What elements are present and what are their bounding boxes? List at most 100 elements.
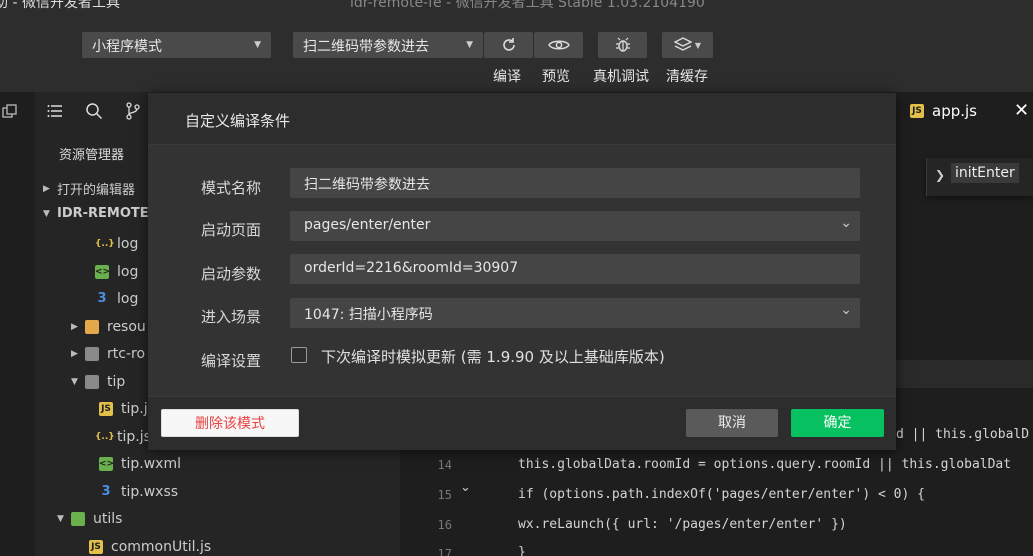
- wxml-file-icon: <>: [99, 457, 115, 471]
- tree-item[interactable]: JS tip.js: [99, 401, 155, 417]
- code-line[interactable]: }: [518, 545, 526, 556]
- code-line[interactable]: d || this.globalD: [896, 427, 1029, 442]
- chevron-right-icon: ▶: [43, 183, 50, 194]
- line-number: 14: [437, 458, 452, 472]
- layers-icon: [673, 37, 692, 51]
- tree-item-label: tip: [107, 374, 126, 390]
- project-section[interactable]: ▼ IDR-REMOTE-: [43, 206, 154, 221]
- compile-button[interactable]: [484, 32, 533, 58]
- list-icon[interactable]: [47, 103, 63, 119]
- simulate-update-label: 下次编译时模拟更新 (需 1.9.90 及以上基础库版本): [321, 348, 665, 366]
- tree-item-label: log: [117, 264, 139, 280]
- explorer-title: 资源管理器: [59, 148, 125, 163]
- json-file-icon: {..}: [95, 432, 115, 442]
- chevron-right-icon: ▶: [71, 322, 78, 332]
- tree-item[interactable]: {..} log: [95, 236, 138, 252]
- chevron-right-icon: ❯: [935, 168, 946, 182]
- mode-name-value: 扫二维码带参数进去: [304, 177, 430, 193]
- open-editors-section[interactable]: ▶ 打开的编辑器: [43, 179, 135, 198]
- caret-down-icon: ▼: [254, 40, 261, 50]
- tab-app-js[interactable]: JS app.js: [910, 102, 977, 120]
- folder-icon: [85, 320, 99, 334]
- tree-item[interactable]: <> tip.wxml: [99, 456, 181, 472]
- tree-item[interactable]: <> log: [95, 264, 138, 280]
- wxml-file-icon: <>: [95, 265, 111, 279]
- tree-item-label: tip.wxml: [121, 456, 181, 472]
- refresh-icon: [502, 38, 515, 51]
- chevron-right-icon: ▶: [71, 349, 78, 359]
- source-control-icon[interactable]: [125, 102, 141, 120]
- search-icon[interactable]: [85, 102, 103, 120]
- compile-mode-value: 扫二维码带参数进去: [303, 39, 429, 55]
- confirm-button[interactable]: 确定: [791, 409, 884, 437]
- json-file-icon: {..}: [95, 239, 115, 249]
- folder-icon: [71, 512, 85, 526]
- start-params-value: orderId=2216&roomId=30907: [304, 260, 519, 276]
- code-line[interactable]: if (options.path.indexOf('pages/enter/en…: [518, 487, 925, 502]
- js-file-icon: JS: [910, 104, 924, 118]
- toolbar: 小程序模式 ▼ 扫二维码带参数进去 ▼ ▼ 编译 预览 真机调试 清缓存: [0, 22, 1033, 92]
- windows-icon[interactable]: [2, 104, 18, 120]
- tree-item-label: utils: [93, 511, 123, 527]
- scene-select[interactable]: 1047: 扫描小程序码 ⌄: [290, 298, 860, 328]
- chevron-down-icon: ▼: [57, 514, 64, 524]
- tree-item[interactable]: 3 log: [95, 291, 138, 307]
- chevron-down-icon: ⌄: [840, 215, 852, 231]
- caret-down-icon: ▼: [466, 40, 473, 50]
- mode-name-label: 模式名称: [201, 179, 262, 197]
- js-file-icon: JS: [89, 540, 103, 554]
- editor-tab-bar: JS app.js ✕: [890, 92, 1033, 132]
- mode-select-value: 小程序模式: [92, 39, 162, 55]
- tree-item[interactable]: ▼ utils: [57, 511, 122, 527]
- mode-select[interactable]: 小程序模式 ▼: [82, 32, 271, 58]
- compile-label: 编译: [493, 69, 521, 85]
- window-title: 助 - 微信开发者工具: [0, 0, 120, 11]
- scene-label: 进入场景: [201, 308, 262, 326]
- start-params-input[interactable]: orderId=2216&roomId=30907: [290, 254, 860, 284]
- project-label: IDR-REMOTE-: [57, 206, 155, 221]
- outline-popup: ❯ initEnter: [926, 158, 1033, 196]
- code-line[interactable]: wx.reLaunch({ url: '/pages/enter/enter' …: [518, 517, 847, 532]
- preview-button[interactable]: [534, 32, 583, 58]
- tree-item-label: log: [117, 291, 139, 307]
- device-debug-label: 真机调试: [593, 69, 649, 85]
- start-page-select[interactable]: pages/enter/enter ⌄: [290, 211, 860, 241]
- dialog-footer: 删除该模式 取消 确定: [148, 396, 896, 450]
- tree-item[interactable]: ▶ resou: [71, 319, 146, 335]
- chevron-down-icon: ▼: [71, 377, 78, 387]
- preview-label: 预览: [542, 69, 570, 85]
- start-params-label: 启动参数: [201, 265, 262, 283]
- chevron-down-icon[interactable]: ⌄: [460, 480, 471, 495]
- tree-item-label: log: [117, 236, 139, 252]
- tree-item-label: tip.wxss: [121, 484, 179, 500]
- compile-mode-select[interactable]: 扫二维码带参数进去 ▼: [293, 32, 483, 58]
- js-file-icon: JS: [99, 402, 113, 416]
- tree-item-label: resou: [107, 319, 146, 335]
- close-icon[interactable]: ✕: [1014, 100, 1029, 121]
- window-subtitle: idr-remote-fe - 微信开发者工具 Stable 1.03.2104…: [350, 0, 705, 11]
- outline-item[interactable]: initEnter: [951, 163, 1019, 183]
- tree-item[interactable]: ▼ tip: [71, 374, 125, 390]
- cancel-button[interactable]: 取消: [686, 409, 778, 437]
- scene-value: 1047: 扫描小程序码: [304, 307, 433, 323]
- mode-name-input[interactable]: 扫二维码带参数进去: [290, 168, 860, 198]
- clear-cache-button[interactable]: ▼: [662, 32, 713, 58]
- delete-mode-button[interactable]: 删除该模式: [161, 409, 299, 437]
- custom-compile-dialog: 自定义编译条件 模式名称 扫二维码带参数进去 启动页面 pages/enter/…: [148, 93, 896, 450]
- simulate-update-checkbox[interactable]: [291, 347, 307, 363]
- device-debug-button[interactable]: [598, 32, 647, 58]
- eye-icon: [547, 40, 570, 50]
- tree-item[interactable]: JS commonUtil.js: [89, 539, 211, 555]
- title-bar: 助 - 微信开发者工具 idr-remote-fe - 微信开发者工具 Stab…: [0, 0, 1033, 22]
- dialog-header: 自定义编译条件: [148, 93, 896, 145]
- tree-item-label: rtc-ro: [107, 346, 146, 362]
- code-line[interactable]: this.globalData.roomId = options.query.r…: [518, 457, 1011, 472]
- tree-item[interactable]: 3 tip.wxss: [99, 484, 178, 500]
- activity-bar: [0, 92, 35, 556]
- tree-item-label: commonUtil.js: [111, 539, 212, 555]
- line-number: 16: [437, 518, 452, 532]
- caret-down-icon: ▼: [694, 40, 702, 50]
- tree-item[interactable]: ▶ rtc-ro: [71, 346, 145, 362]
- start-page-label: 启动页面: [201, 221, 262, 239]
- compile-settings-label: 编译设置: [201, 352, 262, 370]
